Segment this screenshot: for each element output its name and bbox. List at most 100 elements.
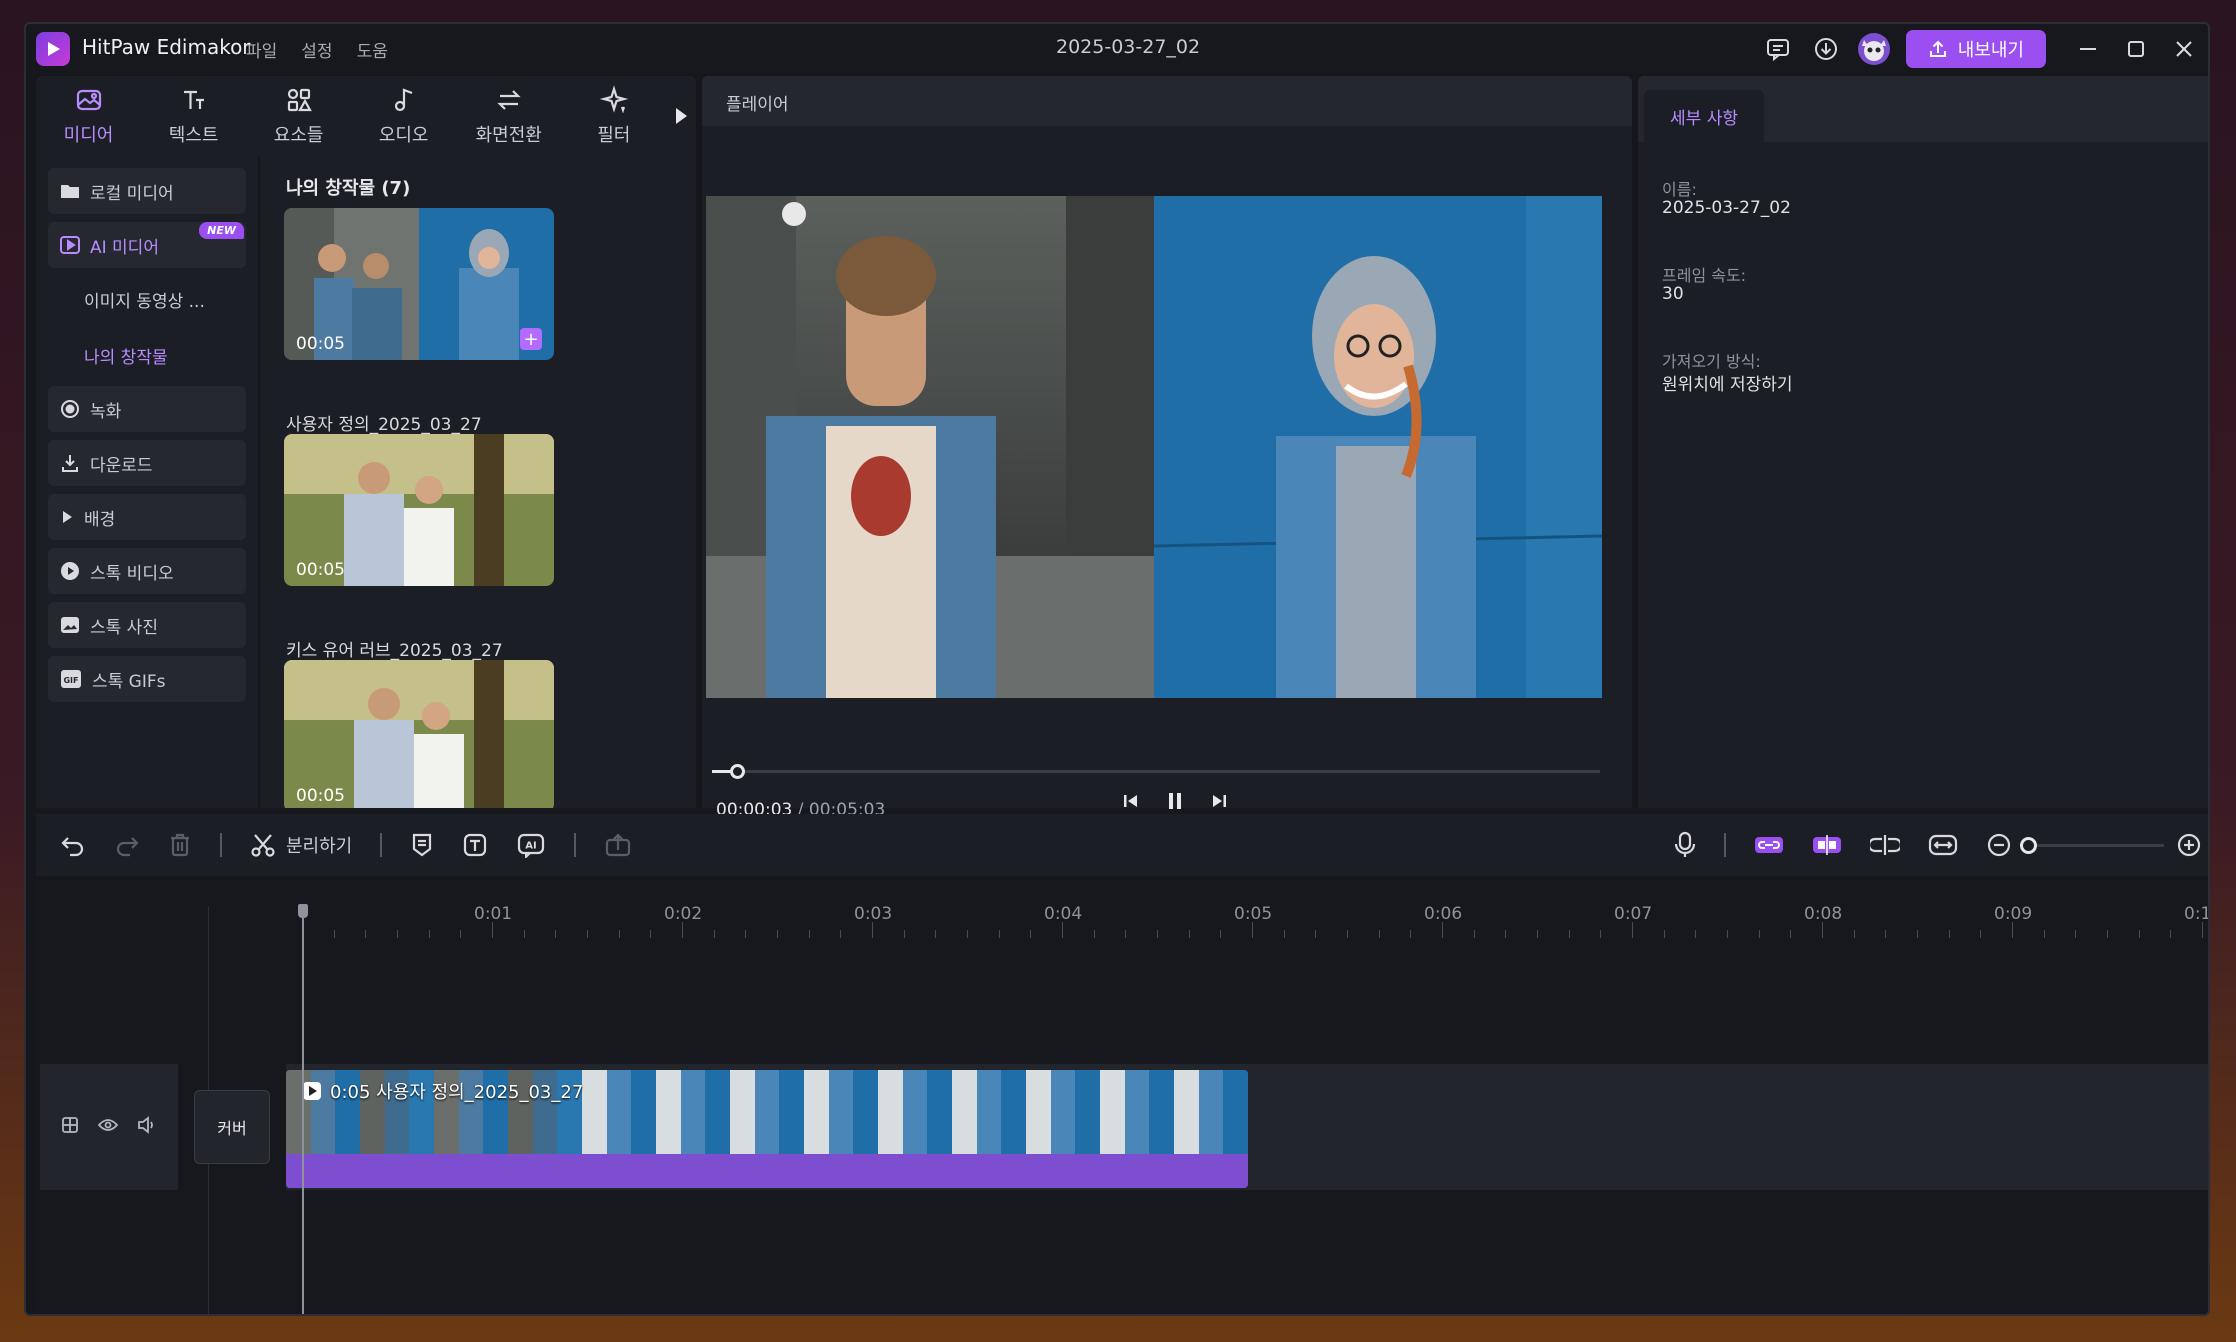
track-audio-icon[interactable] bbox=[137, 1116, 157, 1138]
clip-frame-segment bbox=[1198, 1070, 1224, 1154]
split-button[interactable]: 분리하기 bbox=[236, 814, 366, 876]
minimize-icon[interactable] bbox=[2064, 24, 2112, 74]
add-to-timeline-icon[interactable]: + bbox=[520, 328, 542, 350]
tab-media[interactable]: 미디어 bbox=[36, 76, 141, 156]
undo-icon[interactable] bbox=[46, 814, 100, 876]
zoom-out-icon[interactable] bbox=[1972, 814, 2012, 876]
extract-icon[interactable] bbox=[590, 814, 646, 876]
ruler-tick bbox=[1442, 922, 1443, 938]
tab-filter[interactable]: 필터 bbox=[561, 76, 666, 156]
tab-media-label: 미디어 bbox=[63, 125, 114, 146]
microphone-icon[interactable] bbox=[1660, 814, 1710, 876]
zoom-handle[interactable] bbox=[2020, 836, 2037, 854]
media-thumbnail[interactable]: 00:05 + bbox=[284, 208, 554, 360]
thumbnail-duration: 00:05 bbox=[296, 786, 345, 806]
pause-icon[interactable] bbox=[1164, 790, 1186, 816]
ruler-tick bbox=[1853, 930, 1855, 938]
tab-audio[interactable]: 오디오 bbox=[351, 76, 456, 156]
sidebar-item-ai-media[interactable]: AI 미디어 NEW bbox=[48, 222, 246, 268]
tab-transition[interactable]: 화면전환 bbox=[456, 76, 561, 156]
clip-frame-segment bbox=[853, 1070, 879, 1154]
ruler-tick bbox=[1030, 930, 1032, 938]
tab-elements[interactable]: 요소들 bbox=[246, 76, 351, 156]
ruler-tick bbox=[1568, 930, 1570, 938]
sidebar-item-image-to-video[interactable]: 이미지 동영상 ... bbox=[48, 276, 246, 322]
clip-frame bbox=[656, 1070, 731, 1154]
tab-details[interactable]: 세부 사항 bbox=[1644, 90, 1764, 142]
fit-timeline-icon[interactable] bbox=[1914, 814, 1972, 876]
feedback-icon[interactable] bbox=[1754, 24, 1802, 74]
progress-handle[interactable] bbox=[729, 764, 745, 779]
clip-frame-segment bbox=[927, 1070, 953, 1154]
ai-label: AI bbox=[526, 841, 537, 852]
redo-icon[interactable] bbox=[100, 814, 154, 876]
text-icon bbox=[183, 90, 204, 109]
ruler-tick bbox=[682, 922, 683, 938]
avatar[interactable] bbox=[1850, 24, 1898, 74]
sidebar-item-download[interactable]: 다운로드 bbox=[48, 440, 246, 486]
clip-audio-bar bbox=[286, 1154, 1248, 1188]
ruler-label: 0:02 bbox=[664, 904, 703, 924]
toolbar-divider bbox=[220, 833, 222, 857]
sidebar-item-stock-gifs[interactable]: GIF 스톡 GIFs bbox=[48, 656, 246, 702]
photo-icon bbox=[61, 617, 79, 633]
sidebar-item-stock-photo[interactable]: 스톡 사진 bbox=[48, 602, 246, 648]
zoom-slider[interactable] bbox=[2020, 836, 2164, 854]
menu-help[interactable]: 도움 bbox=[357, 37, 388, 62]
next-frame-icon[interactable] bbox=[1210, 791, 1228, 815]
clip-frame bbox=[1026, 1070, 1101, 1154]
ruler-tick bbox=[713, 930, 715, 938]
delete-icon[interactable] bbox=[154, 814, 206, 876]
subtitle-icon[interactable] bbox=[396, 814, 448, 876]
menu-file[interactable]: 파일 bbox=[246, 37, 277, 62]
filter-icon bbox=[599, 85, 629, 114]
clip-frame-segment bbox=[1075, 1070, 1101, 1154]
playback-progress[interactable] bbox=[712, 764, 1600, 779]
cover-button[interactable]: 커버 bbox=[194, 1090, 270, 1164]
previous-frame-icon[interactable] bbox=[1122, 791, 1140, 815]
gif-icon: GIF bbox=[61, 670, 81, 688]
track-visibility-icon[interactable] bbox=[97, 1117, 119, 1137]
sidebar-item-record[interactable]: 녹화 bbox=[48, 386, 246, 432]
clip-frame-segment bbox=[878, 1070, 903, 1154]
sidebar-item-my-creations[interactable]: 나의 창작물 bbox=[48, 332, 246, 378]
download-icon[interactable] bbox=[1802, 24, 1850, 74]
track-lock-icon[interactable] bbox=[61, 1116, 79, 1138]
video-preview[interactable] bbox=[706, 196, 1602, 698]
tab-filter-label: 필터 bbox=[597, 125, 631, 146]
export-button[interactable]: 내보내기 bbox=[1905, 30, 2046, 68]
clip-frame-segment bbox=[976, 1070, 1002, 1154]
link-toggle-icon[interactable] bbox=[1740, 814, 1798, 876]
snap-toggle-icon[interactable] bbox=[1798, 814, 1856, 876]
timeline: 0:01 0:02 0:03 0:04 0:05 0:06 0:07 0:08 0:09 0:10… bbox=[36, 876, 2208, 1314]
ruler-tick bbox=[1980, 930, 1982, 938]
close-icon[interactable] bbox=[2160, 24, 2208, 74]
maximize-icon[interactable] bbox=[2112, 24, 2160, 74]
sidebar-item-local-media[interactable]: 로컬 미디어 bbox=[48, 168, 246, 214]
playhead-handle[interactable] bbox=[298, 904, 308, 918]
clip-frame bbox=[804, 1070, 879, 1154]
media-item-name: 사용자 정의_2025_03_27 bbox=[286, 415, 482, 435]
export-label: 내보내기 bbox=[1957, 40, 2024, 61]
split-track-icon[interactable] bbox=[1856, 814, 1914, 876]
sidebar-item-stock-video[interactable]: 스톡 비디오 bbox=[48, 548, 246, 594]
ruler-label: 0:10 bbox=[2184, 904, 2208, 924]
tabs-scroll-right-icon[interactable] bbox=[666, 76, 696, 156]
sidebar-item-label: 녹화 bbox=[90, 401, 122, 422]
media-thumbnail[interactable]: 00:05 bbox=[284, 434, 554, 586]
text-to-speech-icon[interactable] bbox=[448, 814, 502, 876]
clip-frame-segment bbox=[1174, 1070, 1199, 1154]
zoom-in-icon[interactable] bbox=[2176, 814, 2208, 876]
tab-text[interactable]: 텍스트 bbox=[141, 76, 246, 156]
playhead[interactable] bbox=[302, 904, 304, 1314]
menu-settings[interactable]: 설정 bbox=[301, 37, 332, 62]
title-bar-actions: 내보내기 bbox=[1754, 24, 2208, 74]
import-mode-label: 가져오기 방식: bbox=[1662, 352, 1761, 371]
media-thumbnail[interactable]: 00:05 bbox=[284, 660, 554, 808]
ruler-tick bbox=[1315, 930, 1317, 938]
ai-subtitle-icon[interactable]: AI bbox=[502, 814, 560, 876]
name-value: 2025-03-27_02 bbox=[1662, 198, 1791, 218]
sidebar-item-background[interactable]: 배경 bbox=[48, 494, 246, 540]
time-ruler[interactable]: 0:01 0:02 0:03 0:04 0:05 0:06 0:07 0:08 0:09 0:10 bbox=[286, 876, 2208, 938]
timeline-clip[interactable]: 0:05 사용자 정의_2025_03_27 bbox=[286, 1070, 1248, 1188]
